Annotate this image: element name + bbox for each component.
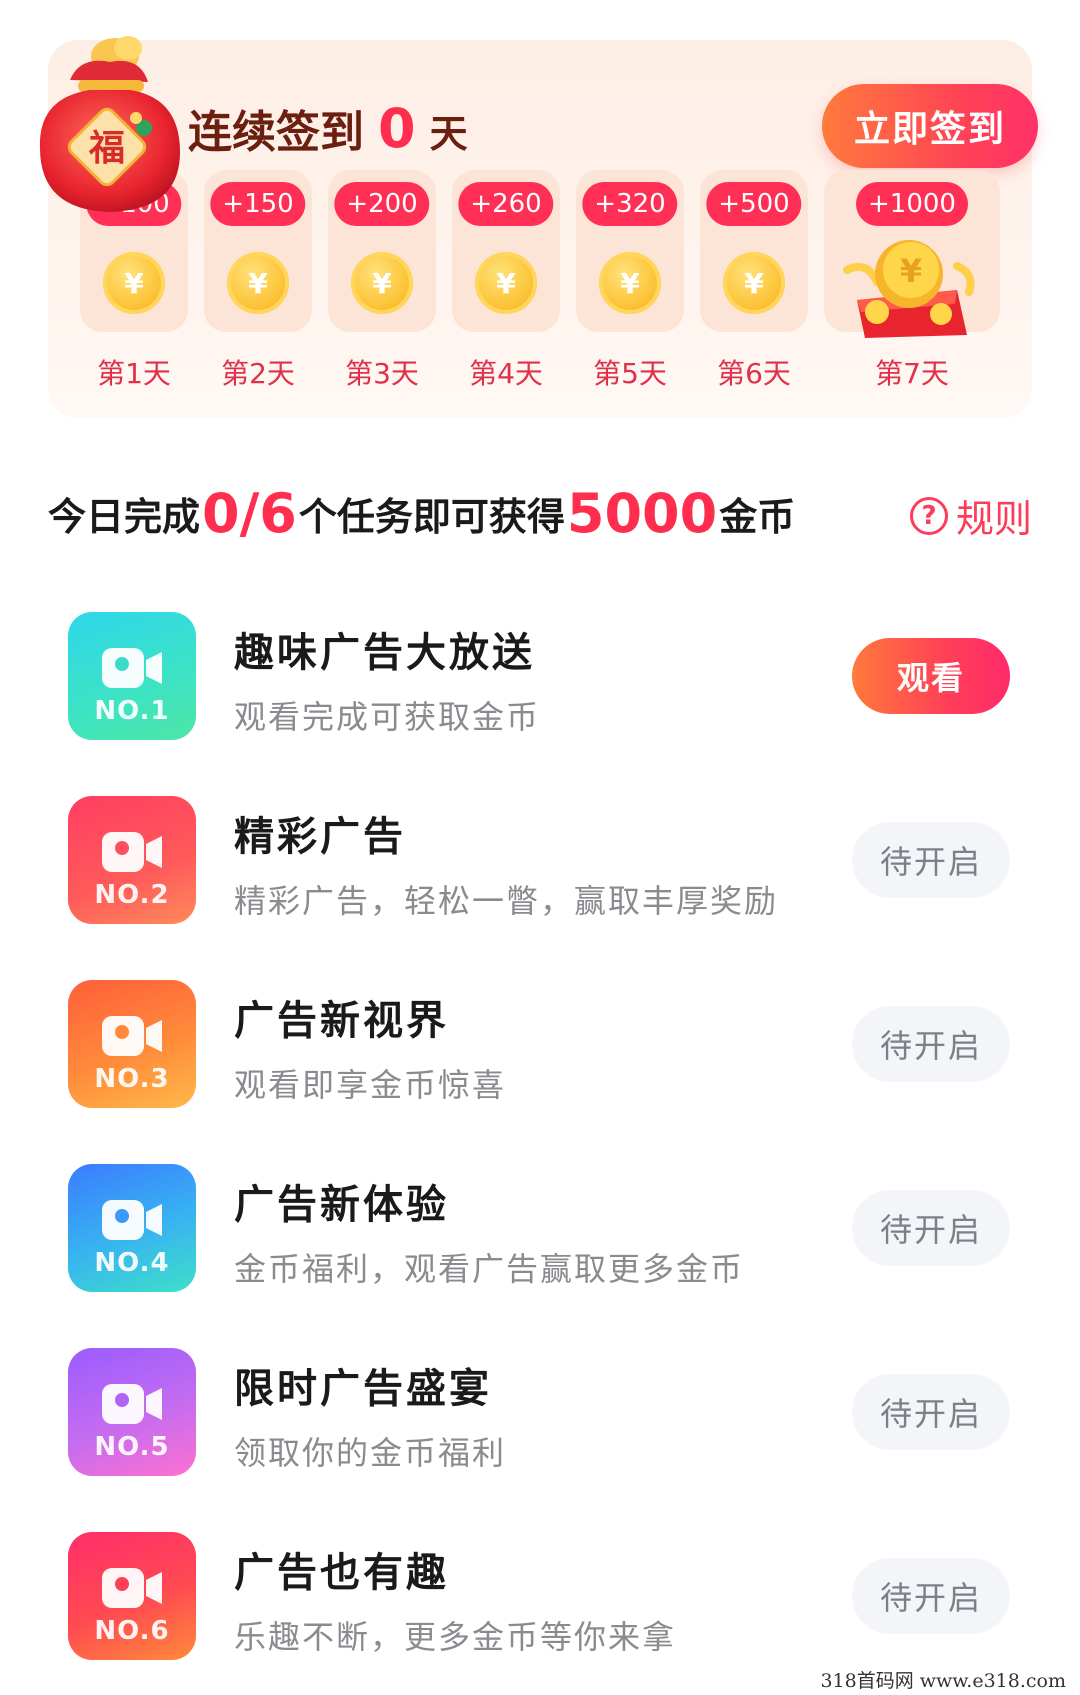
day-box: +320 ¥ [576,170,684,332]
task-description: 乐趣不断，更多金币等你来拿 [234,1618,677,1656]
day-label: 第3天 [345,357,419,390]
coin-icon: ¥ [599,252,661,314]
task-row: NO.1 趣味广告大放送 观看完成可获取金币 观看 [48,612,1032,796]
task-description: 领取你的金币福利 [234,1434,507,1472]
bag-fu-glyph: 福 [88,128,125,169]
task-row: NO.4 广告新体验 金币福利，观看广告赢取更多金币 待开启 [48,1164,1032,1348]
prize-coin-glyph: ¥ [900,252,922,290]
coin-icon: ¥ [723,252,785,314]
pending-button[interactable]: 待开启 [852,1374,1010,1450]
task-summary-suffix: 金币 [719,494,796,539]
day-box: +1000 ¥ [824,170,1000,338]
video-camera-icon [102,1384,162,1424]
day-card-4[interactable]: +260 ¥ 第4天 [452,170,560,392]
signin-button[interactable]: 立即签到 [822,84,1038,168]
task-reward-amount: 5000 [566,481,718,545]
day-box: +260 ¥ [452,170,560,332]
pending-button[interactable]: 待开启 [852,1558,1010,1634]
streak-title-prefix: 连续签到 [188,107,364,158]
rules-label: 规则 [955,497,1032,541]
day-label: 第4天 [469,357,543,390]
task-description: 观看完成可获取金币 [234,698,541,736]
task-title: 趣味广告大放送 [234,630,535,676]
day-label: 第6天 [717,357,791,390]
task-row: NO.3 广告新视界 观看即享金币惊喜 待开启 [48,980,1032,1164]
video-camera-icon [102,1200,162,1240]
coin-icon: ¥ [351,252,413,314]
day-box: +500 ¥ [700,170,808,332]
signin-days-row: +100 ¥ 第1天 +150 ¥ 第2天 +200 ¥ 第3天 +260 ¥ … [80,170,1000,390]
day-box: +150 ¥ [204,170,312,332]
task-title: 广告也有趣 [234,1550,449,1596]
watermark: 318首码网 www.e318.com [820,1670,1066,1692]
day-reward-badge: +260 [458,182,554,226]
video-camera-icon [102,832,162,872]
video-camera-icon [102,648,162,688]
lucky-bag-icon: 福 [39,36,180,212]
task-number: NO.6 [94,1616,170,1646]
task-progress: 0/6 [202,481,297,545]
coin-pile-icon: ¥ [843,240,975,338]
task-number: NO.4 [94,1248,170,1278]
day-label: 第1天 [97,357,171,390]
coin-icon: ¥ [227,252,289,314]
coin-icon: ¥ [475,252,537,314]
streak-days-count: 0 [378,97,416,160]
task-row: NO.5 限时广告盛宴 领取你的金币福利 待开启 [48,1348,1032,1532]
day-label: 第2天 [221,357,295,390]
coin-icon: ¥ [103,252,165,314]
day-reward-badge: +320 [582,182,678,226]
task-summary: 今日完成 0/6 个任务即可获得 5000 金币 [48,482,795,545]
video-task-icon: NO.2 [68,796,196,924]
day-card-5[interactable]: +320 ¥ 第5天 [576,170,684,392]
video-task-icon: NO.5 [68,1348,196,1476]
task-row: NO.2 精彩广告 精彩广告，轻松一瞥，赢取丰厚奖励 待开启 [48,796,1032,980]
task-title: 限时广告盛宴 [234,1366,492,1412]
task-title: 广告新体验 [234,1182,449,1228]
streak-title-suffix: 天 [429,112,468,156]
day-card-2[interactable]: +150 ¥ 第2天 [204,170,312,392]
task-list: NO.1 趣味广告大放送 观看完成可获取金币 观看 NO.2 精彩广告 精彩广告… [48,612,1032,1695]
task-number: NO.3 [94,1064,170,1094]
task-description: 精彩广告，轻松一瞥，赢取丰厚奖励 [234,882,779,920]
watch-button[interactable]: 观看 [852,638,1010,714]
task-description: 金币福利，观看广告赢取更多金币 [234,1250,745,1288]
day-card-7[interactable]: +1000 ¥ 第7天 [824,170,1000,392]
video-task-icon: NO.6 [68,1532,196,1660]
day-reward-badge: +150 [210,182,306,226]
day-reward-badge: +500 [706,182,802,226]
video-task-icon: NO.4 [68,1164,196,1292]
pending-button[interactable]: 待开启 [852,1006,1010,1082]
pending-button[interactable]: 待开启 [852,1190,1010,1266]
video-task-icon: NO.1 [68,612,196,740]
rules-link[interactable]: ? 规则 [909,488,1032,543]
day-card-3[interactable]: +200 ¥ 第3天 [328,170,436,392]
day-label: 第7天 [875,357,949,390]
task-header: 今日完成 0/6 个任务即可获得 5000 金币 ? 规则 [48,478,1032,548]
task-number: NO.1 [94,696,170,726]
day-label: 第5天 [593,357,667,390]
task-description: 观看即享金币惊喜 [234,1066,507,1104]
task-number: NO.5 [94,1432,170,1462]
task-summary-prefix: 今日完成 [48,494,201,539]
question-circle-icon: ? [909,496,948,535]
video-task-icon: NO.3 [68,980,196,1108]
task-number: NO.2 [94,880,170,910]
day-box: +200 ¥ [328,170,436,332]
video-camera-icon [102,1016,162,1056]
day-reward-badge: +1000 [856,182,968,226]
task-title: 精彩广告 [234,814,406,860]
video-camera-icon [102,1568,162,1608]
task-summary-middle: 个任务即可获得 [298,494,565,539]
streak-title: 连续签到 0 天 [188,96,468,160]
pending-button[interactable]: 待开启 [852,822,1010,898]
day-reward-badge: +200 [334,182,430,226]
task-title: 广告新视界 [234,998,449,1044]
day-card-6[interactable]: +500 ¥ 第6天 [700,170,808,392]
